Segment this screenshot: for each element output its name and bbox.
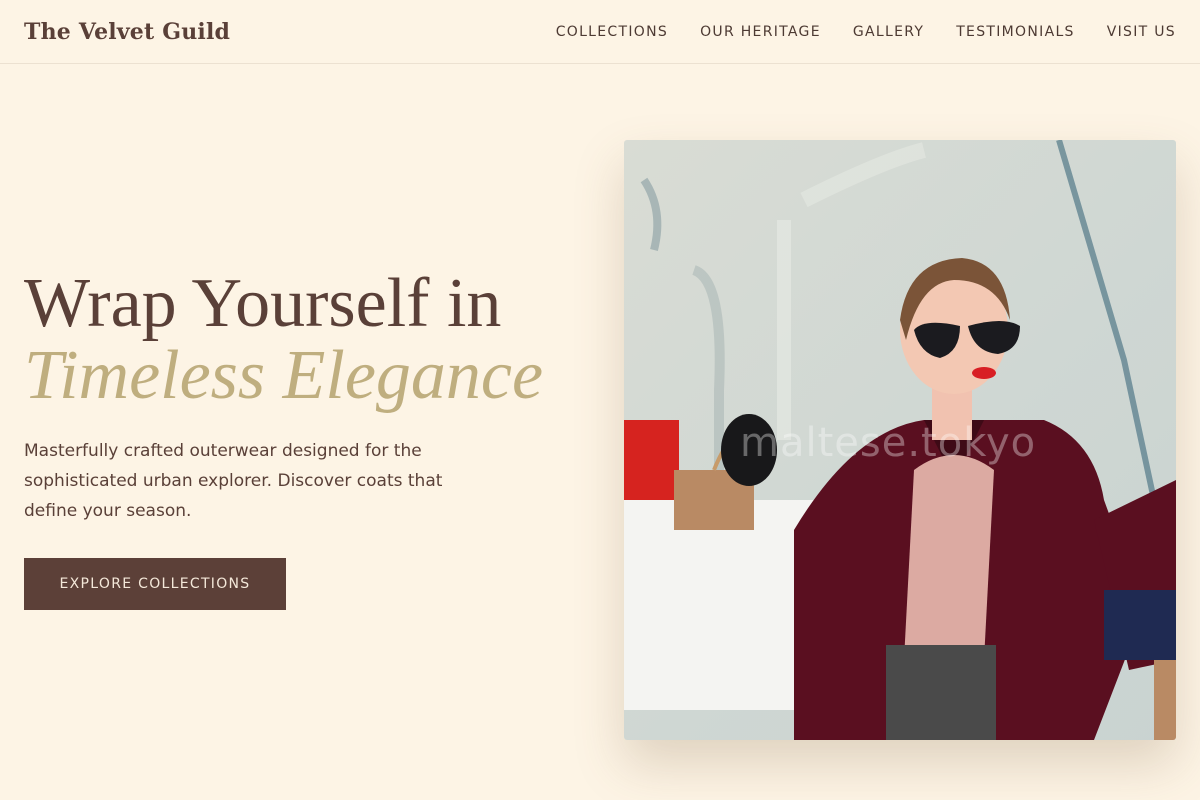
brand-logo[interactable]: The Velvet Guild xyxy=(24,19,230,45)
hero-image: maltese.tokyo xyxy=(624,140,1176,740)
image-watermark: maltese.tokyo xyxy=(740,420,1037,466)
nav-link-visit-us[interactable]: VISIT US xyxy=(1107,24,1176,40)
main-nav: COLLECTIONS OUR HERITAGE GALLERY TESTIMO… xyxy=(556,24,1176,40)
nav-link-gallery[interactable]: GALLERY xyxy=(853,24,924,40)
nav-link-testimonials[interactable]: TESTIMONIALS xyxy=(956,24,1075,40)
nav-link-our-heritage[interactable]: OUR HERITAGE xyxy=(700,24,821,40)
hero-headline-accent: Timeless Elegance xyxy=(24,337,544,414)
hero-description: Masterfully crafted outerwear designed f… xyxy=(24,441,443,521)
site-header: The Velvet Guild COLLECTIONS OUR HERITAG… xyxy=(0,0,1200,64)
hero-text: Wrap Yourself in Timeless Elegance Maste… xyxy=(24,268,584,526)
explore-collections-button[interactable]: EXPLORE COLLECTIONS xyxy=(24,558,286,610)
nav-link-collections[interactable]: COLLECTIONS xyxy=(556,24,668,40)
hero-headline: Wrap Yourself in xyxy=(24,265,502,342)
